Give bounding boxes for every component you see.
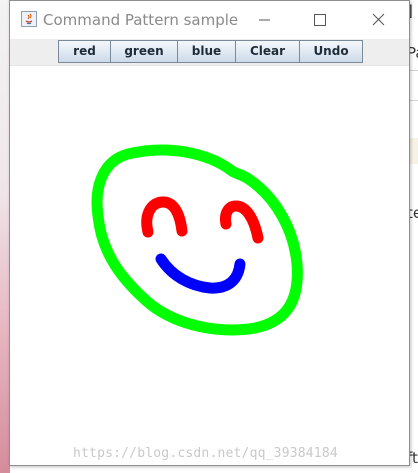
watermark-text: https://blog.csdn.net/qq_39384184 [73,446,338,461]
clear-button[interactable]: Clear [235,40,300,63]
mouth-stroke [155,253,246,294]
title-bar[interactable]: Command Pattern sample [10,1,409,39]
red-button[interactable]: red [58,40,111,63]
face-outline-stroke [91,144,303,336]
left-eye-stroke [141,196,188,238]
window-title: Command Pattern sample [43,11,239,29]
app-window: Command Pattern sample red green blue Cl… [9,0,410,466]
drawing-canvas[interactable] [10,66,409,465]
right-eye-stroke [220,200,264,244]
toolbar: red green blue Clear Undo [10,39,409,66]
maximize-icon[interactable] [297,5,343,35]
screen: Pa ] te ft Command Pattern sample [0,0,418,473]
green-button[interactable]: green [110,40,178,63]
blue-button[interactable]: blue [177,40,236,63]
minimize-icon[interactable] [241,5,287,35]
close-icon[interactable] [355,5,401,35]
java-app-icon [21,11,37,27]
undo-button[interactable]: Undo [299,40,363,63]
